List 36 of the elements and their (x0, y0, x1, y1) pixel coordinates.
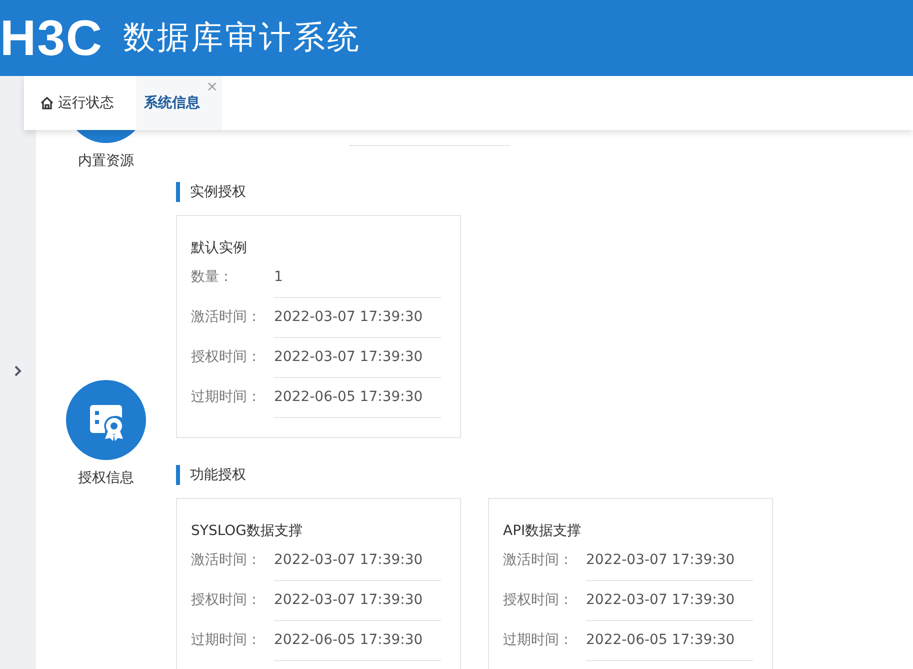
field-value: 2022-06-05 17:39:30 (586, 621, 753, 661)
card-title: API数据支撑 (503, 522, 582, 541)
field-label: 数量： (191, 268, 234, 287)
field-label: 激活时间： (191, 551, 262, 570)
section-marker (176, 182, 180, 202)
field-label: 激活时间： (503, 551, 574, 570)
nav-item[interactable]: 内置资源 (78, 151, 134, 171)
nav-item[interactable]: 授权信息 (78, 468, 134, 488)
logo: H3C (0, 13, 104, 63)
field-value: 2022-03-07 17:39:30 (274, 581, 441, 621)
home-icon (40, 96, 54, 110)
field-label: 过期时间： (191, 631, 262, 650)
field-label: 授权时间： (191, 591, 262, 610)
section-title: 实例授权 (190, 183, 246, 202)
field-label: 过期时间： (191, 388, 262, 407)
tab[interactable]: 系统信息 × (136, 76, 222, 130)
field-label: 授权时间： (503, 591, 574, 610)
field-value: 2022-03-07 17:39:30 (586, 541, 753, 581)
field-value: 2022-06-05 17:39:30 (274, 378, 441, 418)
section-title: 功能授权 (190, 466, 246, 485)
field-value: 1 (274, 258, 441, 298)
card-title: 默认实例 (191, 239, 247, 258)
field-value: 2022-03-07 17:39:30 (586, 581, 753, 621)
field-label: 授权时间： (191, 348, 262, 367)
field-value: 2022-06-05 17:39:30 (274, 621, 441, 661)
section-marker (176, 465, 180, 485)
tab[interactable]: 运行状态 (36, 76, 136, 130)
field-value: 2022-03-07 17:39:30 (274, 298, 441, 338)
field-label: 过期时间： (503, 631, 574, 650)
card-title: SYSLOG数据支撑 (191, 522, 302, 541)
app-title: 数据库审计系统 (123, 17, 362, 58)
field-label: 激活时间： (191, 308, 262, 327)
certificate-icon (66, 380, 146, 460)
expand-icon[interactable] (14, 365, 22, 377)
field-value: 2022-03-07 17:39:30 (274, 338, 441, 378)
field-value: 2022-03-07 17:39:30 (274, 541, 441, 581)
